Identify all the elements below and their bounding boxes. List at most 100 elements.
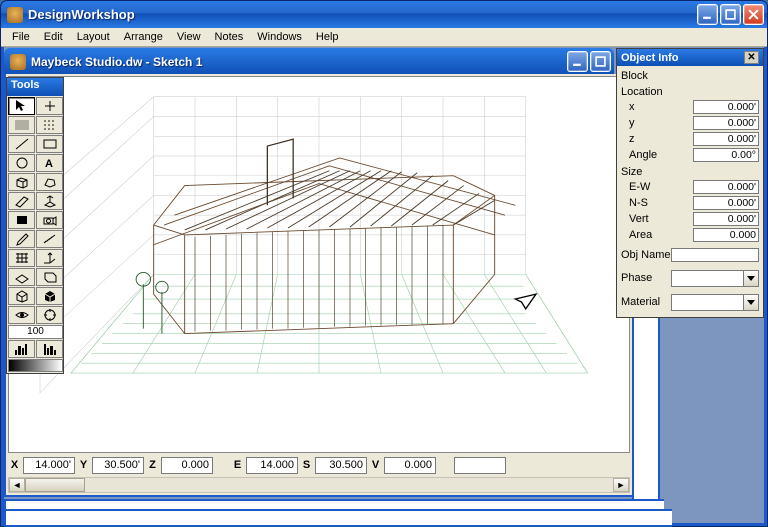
stacked-window[interactable] <box>632 295 660 505</box>
tools-title[interactable]: Tools <box>7 78 63 96</box>
app-window: DesignWorkshop File Edit Layout Arrange … <box>0 0 768 527</box>
field-area[interactable]: 0.000 <box>693 228 759 242</box>
tool-brightness-gradient[interactable] <box>8 359 63 372</box>
tool-arrow[interactable] <box>8 97 35 115</box>
label-ew: E-W <box>621 181 693 193</box>
document-body: X 14.000' Y 30.500' Z 0.000 E 14.000 S 3… <box>4 74 634 497</box>
field-ew[interactable]: 0.000' <box>693 180 759 194</box>
doc-minimize-button[interactable] <box>567 51 588 72</box>
horizontal-scrollbar[interactable]: ◄ ► <box>8 477 630 493</box>
menu-file[interactable]: File <box>5 30 37 44</box>
coord-z[interactable]: 0.000 <box>161 457 213 474</box>
tool-cube-solid[interactable] <box>36 287 63 305</box>
field-objname[interactable] <box>671 248 759 262</box>
field-angle[interactable]: 0.00° <box>693 148 759 162</box>
tool-grid-snap[interactable] <box>8 249 35 267</box>
scroll-track[interactable] <box>25 478 613 492</box>
tool-eyedropper[interactable] <box>8 230 35 248</box>
menu-view[interactable]: View <box>170 30 208 44</box>
menu-windows[interactable]: Windows <box>250 30 309 44</box>
coord-label-x: X <box>8 459 21 471</box>
object-info-title-text: Object Info <box>621 52 678 64</box>
tool-box3d[interactable] <box>8 173 35 191</box>
tool-plane-top[interactable] <box>8 268 35 286</box>
maximize-button[interactable] <box>720 4 741 25</box>
tool-eye[interactable] <box>8 306 35 324</box>
label-objname: Obj Name <box>621 249 671 261</box>
section-location: Location <box>621 86 759 98</box>
tool-wall[interactable] <box>8 192 35 210</box>
tool-circle[interactable] <box>8 154 35 172</box>
object-info-close-button[interactable]: ✕ <box>744 51 759 64</box>
coord-e[interactable]: 14.000 <box>246 457 298 474</box>
menu-layout[interactable]: Layout <box>70 30 117 44</box>
close-button[interactable] <box>743 4 764 25</box>
coord-s[interactable]: 30.500 <box>315 457 367 474</box>
svg-text:A: A <box>45 158 53 170</box>
object-info-panel[interactable]: Object Info ✕ Block Location x0.000' y0.… <box>616 48 764 318</box>
tools-palette[interactable]: Tools A <box>6 77 64 374</box>
label-area: Area <box>621 229 693 241</box>
tool-line[interactable] <box>8 135 35 153</box>
tool-zoom-readout[interactable]: 100 <box>8 325 63 339</box>
app-titlebar[interactable]: DesignWorkshop <box>1 1 767 28</box>
menu-notes[interactable]: Notes <box>208 30 251 44</box>
tool-target[interactable] <box>36 306 63 324</box>
coord-label-y: Y <box>77 459 90 471</box>
tool-crosshair[interactable] <box>36 97 63 115</box>
combo-material-value[interactable] <box>671 294 744 311</box>
combo-material[interactable] <box>671 294 759 311</box>
coord-y[interactable]: 30.500' <box>92 457 144 474</box>
coord-extra[interactable] <box>454 457 506 474</box>
tool-skyline-right[interactable] <box>36 340 63 358</box>
tool-measure[interactable] <box>36 230 63 248</box>
label-ns: N-S <box>621 197 693 209</box>
object-info-title[interactable]: Object Info ✕ <box>617 49 763 66</box>
doc-maximize-button[interactable] <box>590 51 611 72</box>
menu-arrange[interactable]: Arrange <box>117 30 170 44</box>
tool-hatch-dense[interactable] <box>8 116 35 134</box>
chevron-down-icon <box>747 300 755 305</box>
field-ns[interactable]: 0.000' <box>693 196 759 210</box>
tool-text[interactable]: A <box>36 154 63 172</box>
coord-label-s: S <box>300 459 313 471</box>
tool-polygon3d[interactable] <box>36 173 63 191</box>
tool-plane-front[interactable] <box>36 268 63 286</box>
coord-label-v: V <box>369 459 382 471</box>
field-vert[interactable]: 0.000' <box>693 212 759 226</box>
field-x[interactable]: 0.000' <box>693 100 759 114</box>
menu-edit[interactable]: Edit <box>37 30 70 44</box>
section-size: Size <box>621 166 759 178</box>
document-icon <box>10 54 26 70</box>
object-type: Block <box>621 70 759 82</box>
tool-camera[interactable] <box>36 211 63 229</box>
coord-x[interactable]: 14.000' <box>23 457 75 474</box>
tool-skyline-left[interactable] <box>8 340 35 358</box>
drawing-canvas[interactable] <box>8 76 630 453</box>
document-titlebar[interactable]: Maybeck Studio.dw - Sketch 1 <box>4 48 614 75</box>
coord-v[interactable]: 0.000 <box>384 457 436 474</box>
tool-paint[interactable] <box>8 211 35 229</box>
app-icon <box>7 7 23 23</box>
combo-phase-value[interactable] <box>671 270 744 287</box>
scroll-right-button[interactable]: ► <box>613 478 629 492</box>
field-z[interactable]: 0.000' <box>693 132 759 146</box>
combo-phase[interactable] <box>671 270 759 287</box>
combo-material-button[interactable] <box>744 294 759 311</box>
stacked-window[interactable] <box>4 509 672 527</box>
tool-cube-wire[interactable] <box>8 287 35 305</box>
coordinate-bar: X 14.000' Y 30.500' Z 0.000 E 14.000 S 3… <box>8 455 630 475</box>
field-y[interactable]: 0.000' <box>693 116 759 130</box>
tool-hatch-dots[interactable] <box>36 116 63 134</box>
combo-phase-button[interactable] <box>744 270 759 287</box>
menu-help[interactable]: Help <box>309 30 346 44</box>
tool-extrude[interactable] <box>36 192 63 210</box>
label-vert: Vert <box>621 213 693 225</box>
minimize-button[interactable] <box>697 4 718 25</box>
tool-axis[interactable] <box>36 249 63 267</box>
scroll-thumb[interactable] <box>25 478 85 492</box>
coord-label-e: E <box>231 459 244 471</box>
scroll-left-button[interactable]: ◄ <box>9 478 25 492</box>
label-x: x <box>621 101 693 113</box>
tool-rectangle[interactable] <box>36 135 63 153</box>
